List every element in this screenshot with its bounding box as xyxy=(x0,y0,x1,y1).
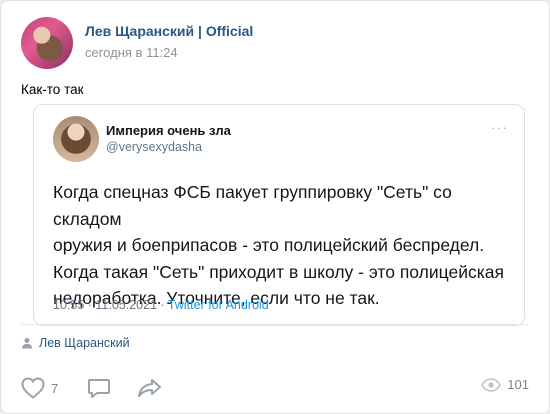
post-time[interactable]: сегодня в 11:24 xyxy=(85,45,178,60)
more-icon[interactable]: ··· xyxy=(491,119,508,135)
tweet-handle[interactable]: @verysexydasha xyxy=(106,140,202,154)
eye-icon xyxy=(481,377,502,392)
views-counter: 101 xyxy=(481,377,529,392)
signer-name[interactable]: Лев Щаранский xyxy=(39,336,130,350)
tweet-time[interactable]: 10:55 xyxy=(53,298,84,312)
author-name[interactable]: Лев Щаранский | Official xyxy=(85,23,253,39)
tweet-client[interactable]: Twitter for Android xyxy=(168,298,269,312)
tweet-user-name[interactable]: Империя очень зла xyxy=(106,123,231,138)
comment-icon xyxy=(88,379,110,398)
tweet-text-line: оружия и боеприпасов - это полицейский б… xyxy=(53,235,485,255)
embedded-tweet[interactable]: Империя очень зла @verysexydasha ··· Ког… xyxy=(33,104,525,326)
views-count: 101 xyxy=(507,377,529,392)
tweet-text: Когда спецназ ФСБ пакует группировку "Се… xyxy=(53,179,515,312)
share-button[interactable] xyxy=(137,377,163,399)
tweet-date[interactable]: 11.05.2021 xyxy=(95,298,157,312)
action-bar: 7 101 xyxy=(21,377,529,405)
post-signer[interactable]: Лев Щаранский xyxy=(21,336,130,350)
author-avatar[interactable] xyxy=(21,17,73,69)
meta-separator: · xyxy=(157,298,168,312)
divider xyxy=(21,324,529,325)
post-card: Лев Щаранский | Official сегодня в 11:24… xyxy=(0,0,550,414)
tweet-text-line: Когда спецназ ФСБ пакует группировку "Се… xyxy=(53,182,452,229)
tweet-text-line: Когда такая "Сеть" приходит в школу - эт… xyxy=(53,261,504,282)
share-icon xyxy=(138,379,161,397)
tweet-meta: 10:55 · 11.05.2021 · Twitter for Android xyxy=(53,298,269,312)
person-icon xyxy=(22,338,32,349)
meta-separator: · xyxy=(84,298,96,312)
tweet-avatar[interactable] xyxy=(53,116,99,162)
like-button[interactable]: 7 xyxy=(21,377,58,399)
post-text: Как-то так xyxy=(21,82,84,97)
comment-button[interactable] xyxy=(87,377,111,399)
like-count: 7 xyxy=(51,380,59,396)
heart-icon xyxy=(21,377,45,399)
